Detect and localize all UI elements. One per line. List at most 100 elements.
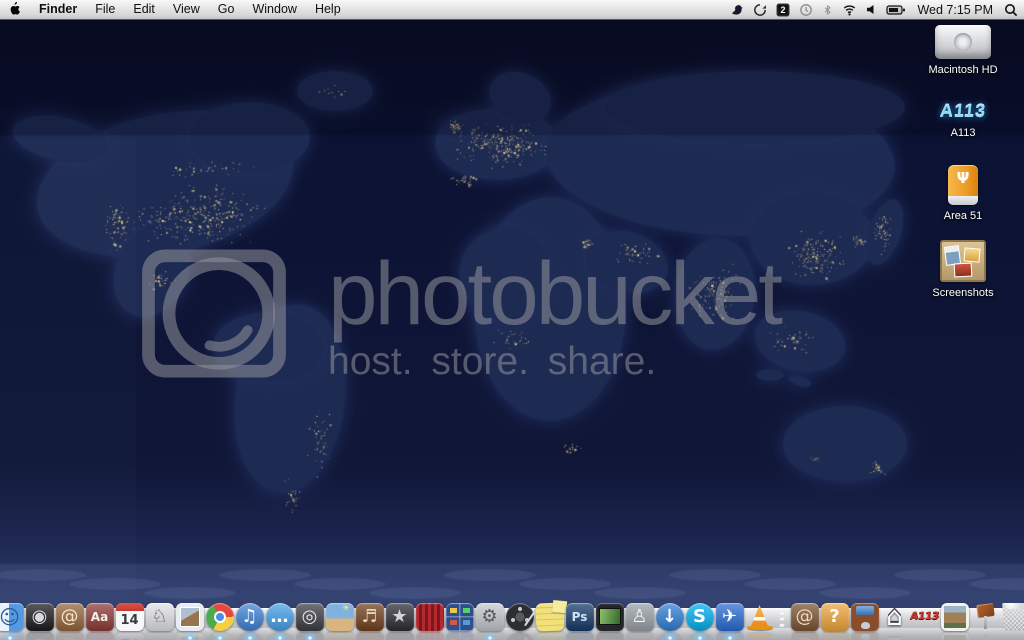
dock-row: ☺◉@Aa14♘♫…◎☀♬★⚙Ps♙↓S✈@?⌂A113: [0, 603, 1024, 631]
desktop[interactable]: photobucket host. store. share. Macintos…: [0, 19, 1024, 640]
dock-itunes[interactable]: ♫: [235, 603, 264, 631]
desktop-icon-label: Screenshots: [914, 287, 1012, 299]
dock-trash[interactable]: [1000, 603, 1024, 631]
stickies-icon: [535, 603, 564, 632]
front-row-icon: [416, 603, 444, 631]
chess-icon: ♘: [146, 603, 174, 631]
dock-keynote-podium[interactable]: [970, 603, 999, 631]
menu-help[interactable]: Help: [306, 2, 350, 16]
dock-chrome[interactable]: [205, 603, 234, 631]
dock-system-preferences[interactable]: ⚙: [475, 603, 504, 631]
video-editor-icon: [596, 603, 624, 631]
desktop-icon-area-51-drive[interactable]: ΨArea 51: [914, 165, 1012, 222]
running-indicator: [277, 636, 283, 640]
itunes-icon: ♫: [236, 603, 264, 631]
ichat-icon: …: [266, 603, 294, 631]
running-indicator: [667, 636, 673, 640]
dock-photo-booth[interactable]: ◎: [295, 603, 324, 631]
home-folder-icon: ⌂: [881, 603, 909, 631]
bird-status-icon[interactable]: [730, 0, 744, 19]
running-indicator: [247, 636, 253, 640]
spotlight-icon[interactable]: [1004, 0, 1018, 19]
wifi-icon[interactable]: [842, 0, 857, 19]
dock-leather-book[interactable]: @: [790, 603, 819, 631]
dock-photoshop[interactable]: Ps: [565, 603, 594, 631]
photo-file-icon: [941, 603, 969, 631]
menu-view[interactable]: View: [164, 2, 209, 16]
menu-bar-status: 2 Wed 7:15 PM: [730, 0, 1024, 19]
dock-dashboard[interactable]: ◉: [25, 603, 54, 631]
dock-iphoto[interactable]: ☀: [325, 603, 354, 631]
dock-front-row[interactable]: [415, 603, 444, 631]
address-book-icon: @: [56, 603, 84, 631]
usb-drive-icon: Ψ: [948, 165, 978, 205]
dock-device-file[interactable]: [850, 603, 879, 631]
a113-file-icon: A113: [911, 603, 939, 631]
unknown-drive-icon: ?: [821, 603, 849, 631]
dock-ichat[interactable]: …: [265, 603, 294, 631]
dock-garageband[interactable]: ♬: [355, 603, 384, 631]
dock-ical[interactable]: 14: [115, 603, 144, 631]
bluetooth-icon[interactable]: [822, 0, 833, 19]
dock-a113-file[interactable]: A113: [910, 603, 939, 631]
dock-download-app[interactable]: ↓: [655, 603, 684, 631]
film-reel-icon: [506, 603, 534, 631]
badge-2-icon[interactable]: 2: [776, 0, 790, 19]
dock-preview[interactable]: [175, 603, 204, 631]
dock-unknown-drive[interactable]: ?: [820, 603, 849, 631]
photo-stack-icon: [940, 240, 986, 282]
menu-bar-clock[interactable]: Wed 7:15 PM: [915, 3, 995, 17]
running-indicator: [187, 636, 193, 640]
a113-logo-icon: A113: [939, 101, 987, 122]
time-machine-icon[interactable]: [799, 0, 813, 19]
dock-finder[interactable]: ☺: [0, 603, 24, 631]
menu-file[interactable]: File: [86, 2, 124, 16]
menu-finder[interactable]: Finder: [30, 2, 86, 16]
dock-spaces[interactable]: [445, 603, 474, 631]
desktop-icons: Macintosh HDA113A113ΨArea 51Screenshots: [0, 19, 1024, 640]
hard-drive-icon: [935, 25, 991, 59]
dock-home-folder[interactable]: ⌂: [880, 603, 909, 631]
apple-menu[interactable]: [0, 0, 30, 19]
menu-edit[interactable]: Edit: [124, 2, 164, 16]
svg-text:2: 2: [781, 5, 786, 15]
sync-icon[interactable]: [753, 0, 767, 19]
dock-address-book[interactable]: @: [55, 603, 84, 631]
dock-automator[interactable]: ♙: [625, 603, 654, 631]
running-indicator: [217, 636, 223, 640]
dock-imovie[interactable]: ★: [385, 603, 414, 631]
menu-go[interactable]: Go: [209, 2, 244, 16]
running-indicator: [307, 636, 313, 640]
finder-icon: ☺: [0, 603, 24, 631]
photoshop-icon: Ps: [566, 603, 594, 631]
apple-logo-icon: [10, 1, 22, 19]
desktop-icon-screenshots-folder[interactable]: Screenshots: [914, 240, 1012, 299]
download-app-icon: ↓: [656, 603, 684, 631]
dock-stickies[interactable]: [535, 603, 564, 631]
automator-icon: ♙: [626, 603, 654, 631]
dock-chess[interactable]: ♘: [145, 603, 174, 631]
dock-video-editor[interactable]: [595, 603, 624, 631]
dictionary-icon: Aa: [86, 603, 114, 631]
volume-icon[interactable]: [866, 0, 877, 19]
iphoto-icon: ☀: [326, 603, 354, 631]
dock-dictionary[interactable]: Aa: [85, 603, 114, 631]
twitter-bird-icon: ✈: [716, 603, 744, 631]
desktop-icon-a113-volume[interactable]: A113A113: [914, 101, 1012, 139]
imovie-icon: ★: [386, 603, 414, 631]
system-preferences-icon: ⚙: [476, 603, 504, 631]
menu-bar: FinderFileEditViewGoWindowHelp 2 Wed 7:1…: [0, 0, 1024, 20]
spaces-icon: [446, 603, 474, 631]
dock-film-reel[interactable]: [505, 603, 534, 631]
dock-twitter-bird[interactable]: ✈: [715, 603, 744, 631]
running-indicator: [697, 636, 703, 640]
dock-vlc[interactable]: [745, 603, 774, 631]
running-indicator: [727, 636, 733, 640]
dashboard-icon: ◉: [26, 603, 54, 631]
dock-photo-file[interactable]: [940, 603, 969, 631]
ical-icon: 14: [116, 603, 144, 631]
battery-icon[interactable]: [886, 0, 906, 19]
desktop-icon-macintosh-hd[interactable]: Macintosh HD: [914, 25, 1012, 76]
menu-window[interactable]: Window: [243, 2, 305, 16]
dock-skype[interactable]: S: [685, 603, 714, 631]
